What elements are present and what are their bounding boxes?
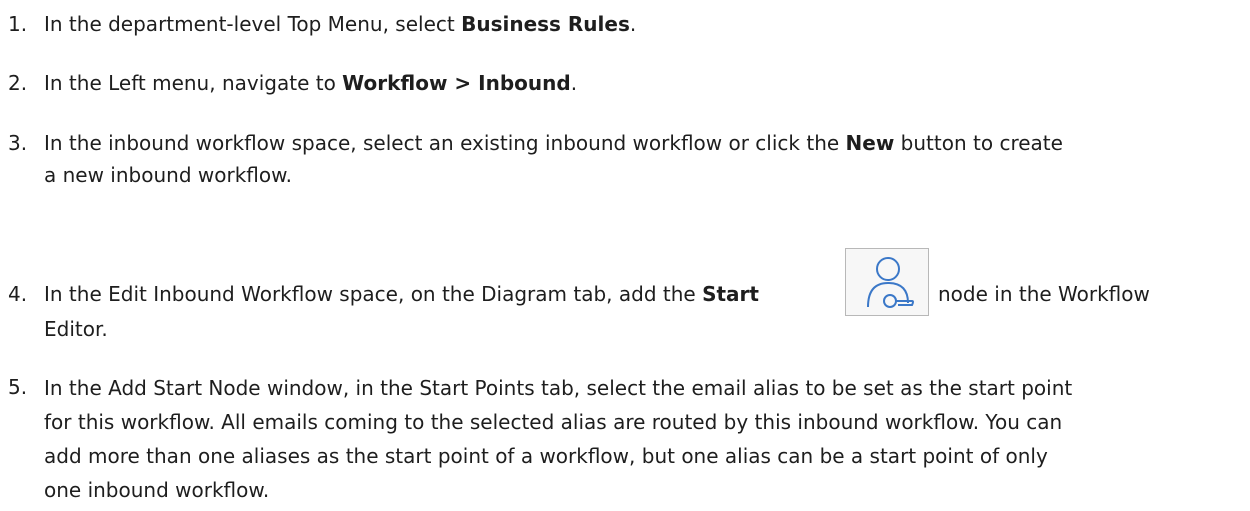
step-number: 3. bbox=[8, 131, 28, 155]
step-4-continued: node in the Workflow bbox=[938, 282, 1150, 306]
person-key-icon bbox=[867, 257, 914, 308]
step-number: 4. bbox=[8, 282, 28, 306]
step-text: In the Add Start Node window, in the Sta… bbox=[44, 376, 1073, 502]
step-number: 5. bbox=[8, 375, 28, 399]
node-label-start: Start bbox=[702, 282, 759, 306]
step-number: 1. bbox=[8, 12, 28, 36]
menu-path-workflow-inbound: Workflow > Inbound bbox=[342, 71, 571, 95]
step-text: In the department-level Top Menu, select… bbox=[44, 12, 637, 36]
step-number: 2. bbox=[8, 71, 28, 95]
step-4-line2: Editor. bbox=[44, 317, 108, 341]
step-text: In the inbound workflow space, select an… bbox=[44, 131, 1063, 187]
start-node-icon bbox=[845, 248, 929, 316]
button-label-new: New bbox=[845, 131, 895, 155]
step-text: In the Left menu, navigate to Workflow >… bbox=[44, 71, 578, 95]
menu-label-business-rules: Business Rules bbox=[461, 12, 630, 36]
